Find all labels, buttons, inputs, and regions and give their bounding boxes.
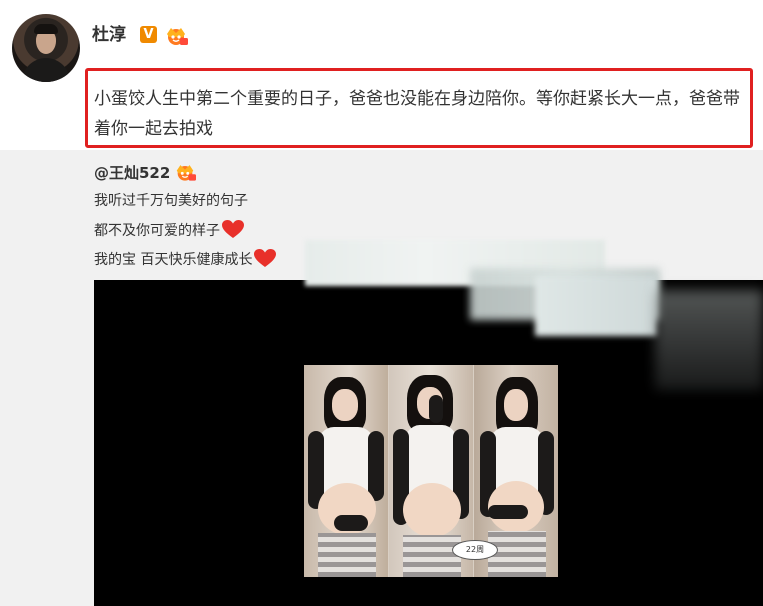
repost-line: 我听过千万句美好的句子 bbox=[94, 191, 248, 211]
verified-v-icon: V bbox=[140, 26, 157, 43]
vip-crown-icon[interactable] bbox=[174, 162, 196, 181]
blurred-overlay bbox=[655, 290, 763, 390]
repost-line: 都不及你可爱的样子 bbox=[94, 219, 245, 241]
pregnancy-photo-collage[interactable]: 22周 bbox=[304, 365, 558, 577]
vip-crown-icon[interactable] bbox=[164, 25, 188, 45]
heart-icon bbox=[222, 220, 244, 238]
photo-panel bbox=[304, 365, 388, 577]
avatar-hair bbox=[34, 24, 58, 34]
post-text: 小蛋饺人生中第二个重要的日子，爸爸也没能在身边陪你。等你赶紧长大一点，爸爸带着你… bbox=[94, 89, 740, 139]
username[interactable]: 杜淳 bbox=[92, 24, 126, 46]
repost-line-text: 我的宝 百天快乐健康成长 bbox=[94, 252, 253, 268]
repost-line-text: 我听过千万句美好的句子 bbox=[94, 193, 248, 209]
photo-sticker: 22周 bbox=[452, 540, 498, 560]
repost-author[interactable]: @王灿522 bbox=[94, 163, 170, 183]
avatar[interactable] bbox=[12, 14, 80, 82]
heart-icon bbox=[254, 249, 277, 267]
avatar-shoulders bbox=[22, 58, 70, 82]
blurred-overlay bbox=[535, 276, 657, 336]
repost-line-text: 都不及你可爱的样子 bbox=[94, 223, 220, 239]
repost-line: 我的宝 百天快乐健康成长 bbox=[94, 248, 277, 270]
